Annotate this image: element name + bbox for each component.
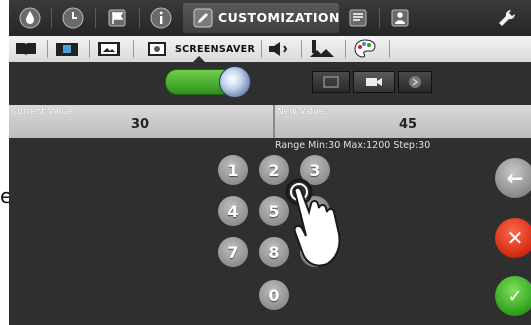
nav-divider bbox=[379, 8, 380, 28]
language-icon[interactable] bbox=[307, 39, 337, 59]
pencil-icon bbox=[193, 8, 213, 32]
subnav-divider bbox=[133, 40, 134, 58]
toggle-knob[interactable] bbox=[219, 66, 251, 98]
book-icon[interactable] bbox=[13, 39, 39, 59]
confirm-button[interactable]: ✓ bbox=[495, 276, 531, 316]
key-0[interactable]: 0 bbox=[259, 280, 289, 310]
current-value-panel: Current Value 30 bbox=[9, 105, 273, 138]
person-icon[interactable] bbox=[387, 4, 413, 32]
chevron-right-icon bbox=[409, 76, 421, 88]
subnav-divider bbox=[345, 40, 346, 58]
subnav-divider bbox=[301, 40, 302, 58]
close-icon: ✕ bbox=[506, 226, 524, 250]
flag-icon[interactable] bbox=[103, 4, 131, 32]
new-value-caption: New Value bbox=[277, 107, 325, 117]
touch-hand-icon bbox=[285, 178, 355, 277]
document-icon[interactable] bbox=[345, 4, 371, 32]
nav-divider bbox=[95, 8, 96, 28]
screensaver-icon[interactable] bbox=[145, 39, 169, 59]
tab-customization-label: CUSTOMIZATION bbox=[218, 10, 340, 25]
sub-nav: SCREENSAVER bbox=[9, 36, 531, 62]
current-value-caption: Current Value bbox=[11, 107, 73, 117]
key-1[interactable]: 1 bbox=[218, 155, 248, 185]
info-icon[interactable] bbox=[147, 4, 175, 32]
wrench-icon[interactable] bbox=[493, 4, 521, 32]
new-value: 45 bbox=[399, 117, 418, 132]
back-arrow-icon: ← bbox=[506, 166, 524, 190]
nav-divider bbox=[51, 8, 52, 28]
backspace-button[interactable]: ← bbox=[495, 158, 531, 198]
speaker-icon[interactable] bbox=[265, 39, 293, 59]
value-bar: Current Value 30 New Value 45 bbox=[9, 105, 531, 138]
video-camera-icon bbox=[366, 78, 382, 86]
new-value-panel: New Value 45 bbox=[275, 105, 531, 138]
water-drop-icon[interactable] bbox=[17, 4, 43, 32]
next-mode-button[interactable] bbox=[398, 71, 432, 93]
subnav-divider bbox=[47, 40, 48, 58]
device-screen: CUSTOMIZATION SCREENSAVER Current Value … bbox=[9, 0, 531, 325]
top-nav: CUSTOMIZATION bbox=[9, 0, 531, 37]
picture-frame-icon[interactable] bbox=[95, 39, 123, 59]
clock-icon[interactable] bbox=[59, 4, 87, 32]
subnav-divider bbox=[389, 40, 390, 58]
tab-customization[interactable]: CUSTOMIZATION bbox=[183, 3, 339, 33]
nav-divider bbox=[139, 8, 140, 28]
tab-screensaver-label[interactable]: SCREENSAVER bbox=[175, 44, 255, 55]
key-7[interactable]: 7 bbox=[218, 237, 248, 267]
current-value: 30 bbox=[131, 117, 150, 132]
range-info: Range Min:30 Max:1200 Step:30 bbox=[275, 140, 431, 151]
palette-icon[interactable] bbox=[351, 39, 379, 59]
active-tab-pointer bbox=[193, 56, 205, 62]
subnav-divider bbox=[261, 40, 262, 58]
subnav-divider bbox=[89, 40, 90, 58]
video-mode-button[interactable] bbox=[353, 71, 395, 93]
display-mode-button[interactable] bbox=[312, 71, 350, 93]
check-icon: ✓ bbox=[507, 285, 523, 307]
cancel-button[interactable]: ✕ bbox=[495, 218, 531, 258]
key-4[interactable]: 4 bbox=[218, 196, 248, 226]
photo-book-icon[interactable] bbox=[53, 39, 81, 59]
screen-icon bbox=[323, 76, 339, 88]
